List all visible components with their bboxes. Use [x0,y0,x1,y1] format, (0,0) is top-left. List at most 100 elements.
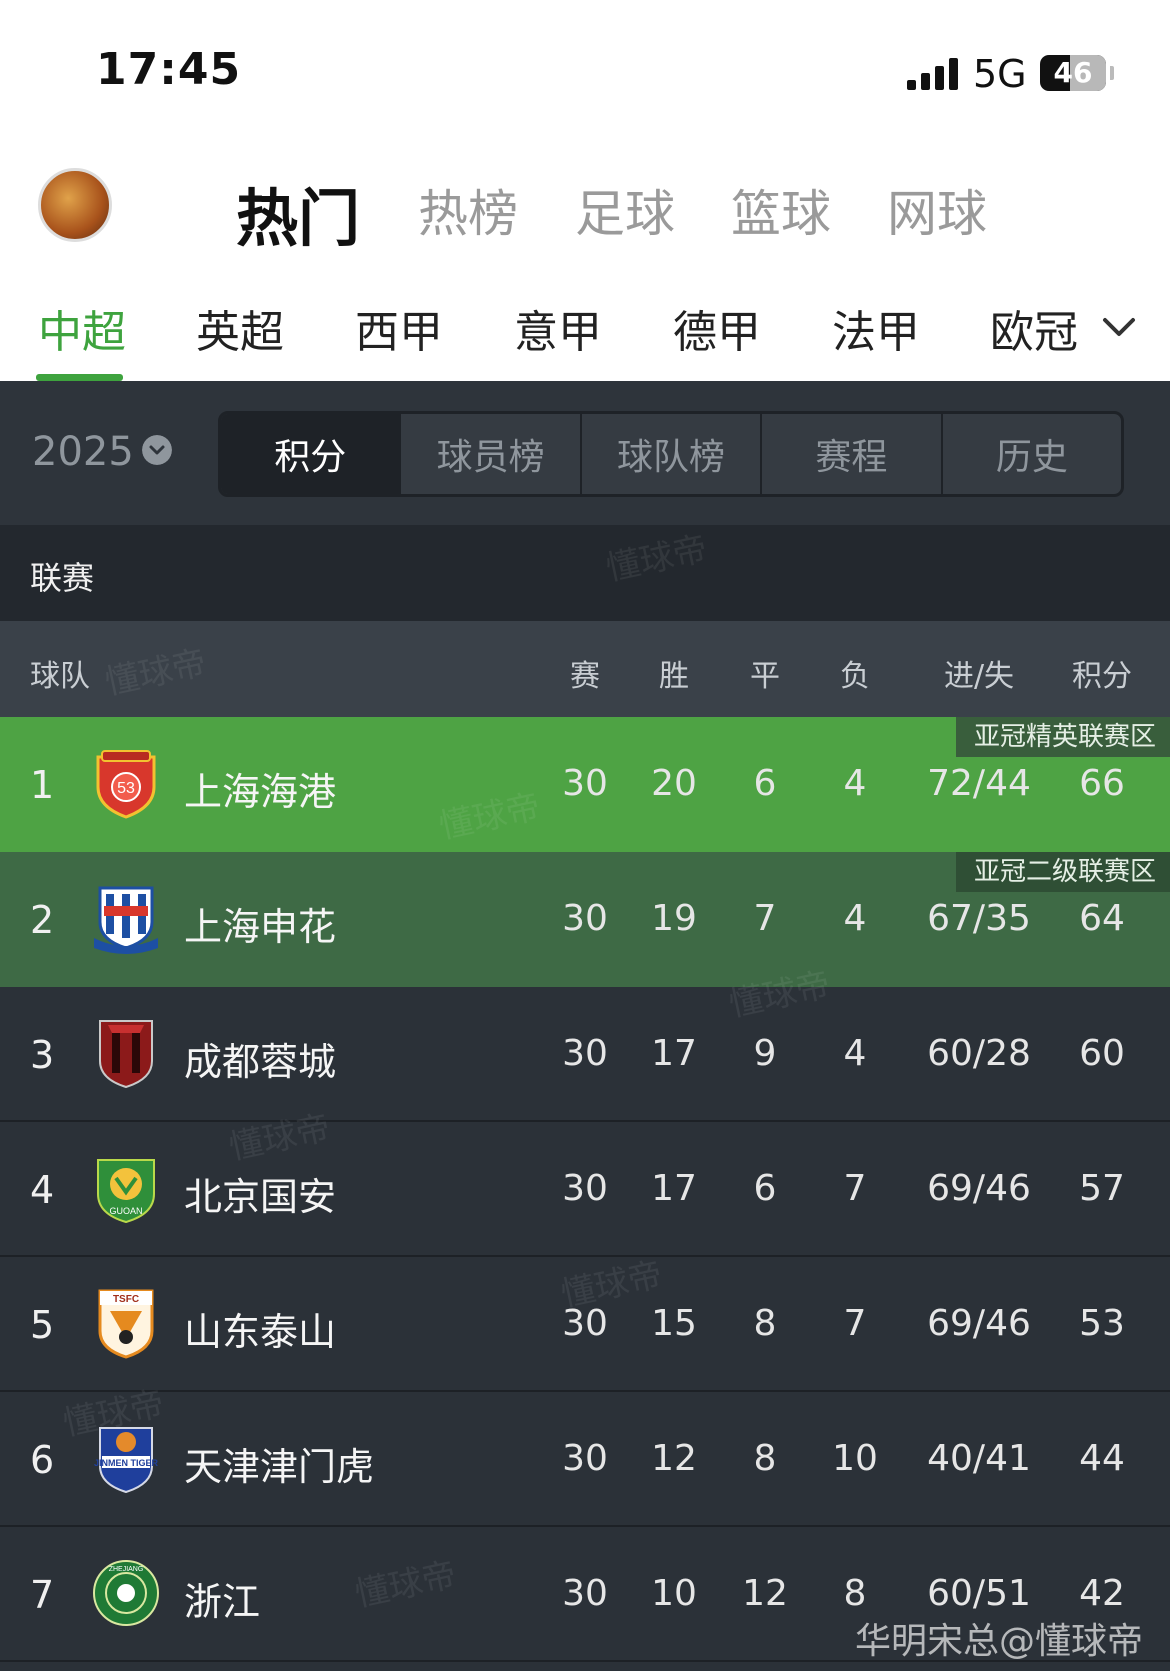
played: 30 [562,898,608,939]
goals: 67/35 [927,898,1031,939]
table-row[interactable]: 6 JINMEN TIGER 天津津门虎 30 12 8 10 40/41 44… [0,1384,1170,1527]
drawn: 12 [742,1573,788,1614]
top-tab-basketball[interactable]: 篮球 [731,174,831,246]
chevron-down-circle-icon[interactable] [142,435,172,465]
drawn: 7 [753,898,777,939]
won: 17 [651,1168,697,1209]
rank: 4 [30,1168,55,1212]
top-nav: 热门 热榜 足球 篮球 网球 [0,140,1170,270]
league-nav: 中超 英超 西甲 意甲 德甲 法甲 欧冠 [0,270,1170,381]
top-tab-tennis[interactable]: 网球 [887,174,987,246]
points: 64 [1079,898,1125,939]
won: 15 [651,1303,697,1344]
team-name[interactable]: 天津津门虎 [184,1436,374,1491]
won: 19 [651,898,697,939]
table-row[interactable]: 3 成都蓉城 30 17 9 4 60/28 60 懂球帝 [0,965,1170,1122]
league-tab-ligue1[interactable]: 法甲 [832,296,920,360]
seg-standings[interactable]: 积分 [221,414,400,494]
watermark: 懂球帝 [602,528,711,590]
played: 30 [562,763,608,804]
top-tab-hot-list[interactable]: 热榜 [418,174,518,246]
team-name[interactable]: 上海申花 [184,896,336,951]
league-tab-csl[interactable]: 中超 [38,296,126,360]
shanghai-shenhua-logo [94,886,158,954]
goals: 69/46 [927,1303,1031,1344]
goals: 72/44 [927,763,1031,804]
svg-text:TSFC: TSFC [113,1294,139,1305]
col-drawn: 平 [750,659,780,694]
points: 53 [1079,1303,1125,1344]
svg-text:JINMEN TIGER: JINMEN TIGER [94,1458,159,1468]
goals: 40/41 [927,1438,1031,1479]
beijing-guoan-logo: GUOAN [97,1159,155,1224]
played: 30 [562,1168,608,1209]
section-header: 联赛 懂球帝 [0,525,1170,621]
status-bar: 17:45 5G 46 [0,0,1170,140]
status-time: 17:45 [96,44,242,95]
zone-badge: 亚冠二级联赛区 [955,852,1170,892]
lost: 4 [843,1033,867,1074]
chevron-down-icon[interactable] [1099,306,1139,346]
cellular-signal-icon [907,58,959,90]
col-team: 球队 [30,659,90,694]
col-lost: 负 [840,659,870,694]
seg-player-rankings[interactable]: 球员榜 [399,414,579,494]
rank: 7 [30,1573,55,1617]
user-avatar[interactable] [38,168,112,242]
table-row[interactable]: 4 GUOAN 北京国安 30 17 6 7 69/46 57 懂球帝 [0,1108,1170,1257]
svg-text:53: 53 [117,780,135,797]
col-played: 赛 [570,659,600,694]
drawn: 6 [753,763,777,804]
points: 42 [1079,1573,1125,1614]
table-row[interactable]: 亚冠精英联赛区 1 53 上海海港 30 20 6 4 72/44 66 懂球帝 [0,717,1170,852]
active-tab-indicator [36,374,123,381]
team-name[interactable]: 成都蓉城 [184,1031,336,1086]
won: 10 [651,1573,697,1614]
svg-text:GUOAN: GUOAN [109,1206,142,1216]
league-tab-bundesliga[interactable]: 德甲 [673,296,761,360]
watermark: 懂球帝 [101,642,210,704]
team-name[interactable]: 浙江 [184,1571,260,1626]
network-type: 5G [973,52,1027,96]
watermark: 懂球帝 [435,786,544,848]
points: 44 [1079,1438,1125,1479]
league-tab-laliga[interactable]: 西甲 [355,296,443,360]
battery-icon: 46 [1040,55,1106,91]
drawn: 8 [753,1438,777,1479]
top-tab-football[interactable]: 足球 [575,174,675,246]
battery-tip [1110,66,1114,80]
chengdu-rongcheng-logo [99,1020,153,1089]
goals: 60/51 [927,1573,1031,1614]
battery-level: 46 [1053,56,1093,89]
table-row[interactable]: 亚冠二级联赛区 2 上海申花 30 19 7 4 67/35 64 [0,852,1170,987]
played: 30 [562,1033,608,1074]
zhejiang-logo: ZHEJIANG [93,1560,159,1626]
goals: 60/28 [927,1033,1031,1074]
seg-history[interactable]: 历史 [940,414,1121,494]
rank: 6 [30,1438,55,1482]
season-selector[interactable]: 2025 [32,429,134,475]
league-tab-epl[interactable]: 英超 [196,296,284,360]
team-name[interactable]: 北京国安 [184,1166,336,1221]
lost: 4 [843,898,867,939]
seg-schedule[interactable]: 赛程 [760,414,940,494]
table-row[interactable]: 5 TSFC 山东泰山 30 15 8 7 69/46 53 懂球帝 [0,1255,1170,1392]
zone-badge: 亚冠精英联赛区 [955,717,1170,757]
drawn: 6 [753,1168,777,1209]
won: 17 [651,1033,697,1074]
seg-team-rankings[interactable]: 球队榜 [579,414,760,494]
rank: 2 [30,898,55,942]
col-goals: 进/失 [943,659,1015,694]
drawn: 9 [753,1033,777,1074]
rank: 3 [30,1033,55,1077]
league-tab-ucl[interactable]: 欧冠 [990,296,1078,360]
points: 57 [1079,1168,1125,1209]
won: 20 [651,763,697,804]
team-name[interactable]: 山东泰山 [184,1301,336,1356]
watermark: 懂球帝 [351,1554,460,1616]
league-tab-seriea[interactable]: 意甲 [514,296,602,360]
rank: 1 [30,763,55,807]
team-name[interactable]: 上海海港 [184,761,336,816]
top-tab-hot[interactable]: 热门 [236,168,360,258]
lost: 4 [843,763,867,804]
